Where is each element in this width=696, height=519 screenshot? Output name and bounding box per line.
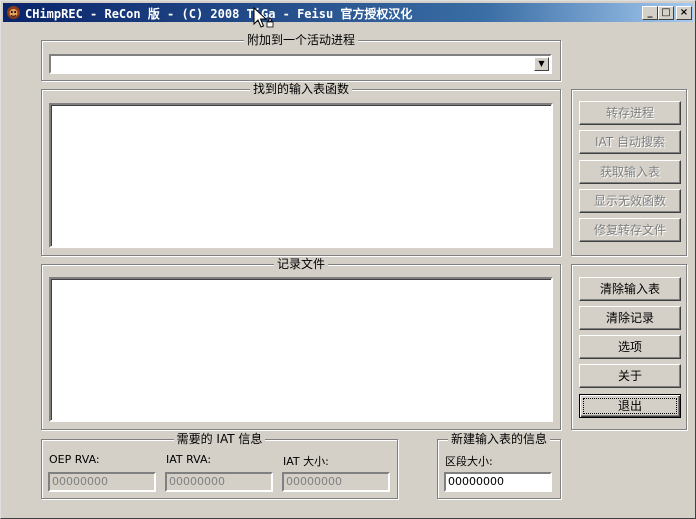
imports-title: 找到的输入表函数 bbox=[249, 82, 352, 96]
log-listbox[interactable] bbox=[49, 277, 553, 422]
clear-imports-button[interactable]: 清除输入表 bbox=[579, 277, 681, 301]
iat-info-title: 需要的 IAT 信息 bbox=[173, 432, 266, 446]
oep-rva-field[interactable]: 00000000 bbox=[48, 472, 156, 492]
get-imports-button[interactable]: 获取输入表 bbox=[579, 160, 681, 184]
main-window: CHimpREC - ReCon 版 - (C) 2008 TiGa - Fei… bbox=[0, 0, 696, 519]
process-dropdown[interactable]: ▼ bbox=[49, 54, 552, 74]
iat-rva-label: IAT RVA: bbox=[166, 453, 212, 466]
options-button[interactable]: 选项 bbox=[579, 335, 681, 359]
fix-dump-button[interactable]: 修复转存文件 bbox=[579, 218, 681, 242]
minimize-button[interactable]: _ bbox=[642, 6, 658, 20]
clear-log-button[interactable]: 清除记录 bbox=[579, 306, 681, 330]
window-title: CHimpREC - ReCon 版 - (C) 2008 TiGa - Fei… bbox=[25, 7, 413, 21]
chimprec-app-icon bbox=[7, 6, 20, 19]
exit-button[interactable]: 退出 bbox=[579, 394, 681, 418]
mouse-pointer-icon bbox=[253, 7, 274, 28]
close-button[interactable]: × bbox=[676, 6, 692, 20]
show-invalid-button[interactable]: 显示无效函数 bbox=[579, 189, 681, 213]
iat-size-field[interactable]: 00000000 bbox=[282, 472, 390, 492]
chevron-down-icon[interactable]: ▼ bbox=[534, 57, 549, 71]
iat-rva-field[interactable]: 00000000 bbox=[165, 472, 273, 492]
iat-autosearch-button[interactable]: IAT 自动搜索 bbox=[579, 130, 681, 154]
maximize-button[interactable]: □ bbox=[658, 6, 674, 20]
section-size-field[interactable]: 00000000 bbox=[444, 472, 552, 492]
imports-tree[interactable] bbox=[49, 103, 553, 248]
dump-process-button[interactable]: 转存进程 bbox=[579, 101, 681, 125]
oep-rva-label: OEP RVA: bbox=[49, 453, 100, 466]
iat-size-label: IAT 大小: bbox=[283, 455, 329, 468]
title-bar[interactable]: CHimpREC - ReCon 版 - (C) 2008 TiGa - Fei… bbox=[3, 3, 693, 22]
log-title: 记录文件 bbox=[273, 257, 328, 271]
section-size-label: 区段大小: bbox=[445, 455, 493, 468]
attach-process-title: 附加到一个活动进程 bbox=[243, 33, 358, 47]
new-iat-title: 新建输入表的信息 bbox=[447, 432, 550, 446]
about-button[interactable]: 关于 bbox=[579, 364, 681, 388]
